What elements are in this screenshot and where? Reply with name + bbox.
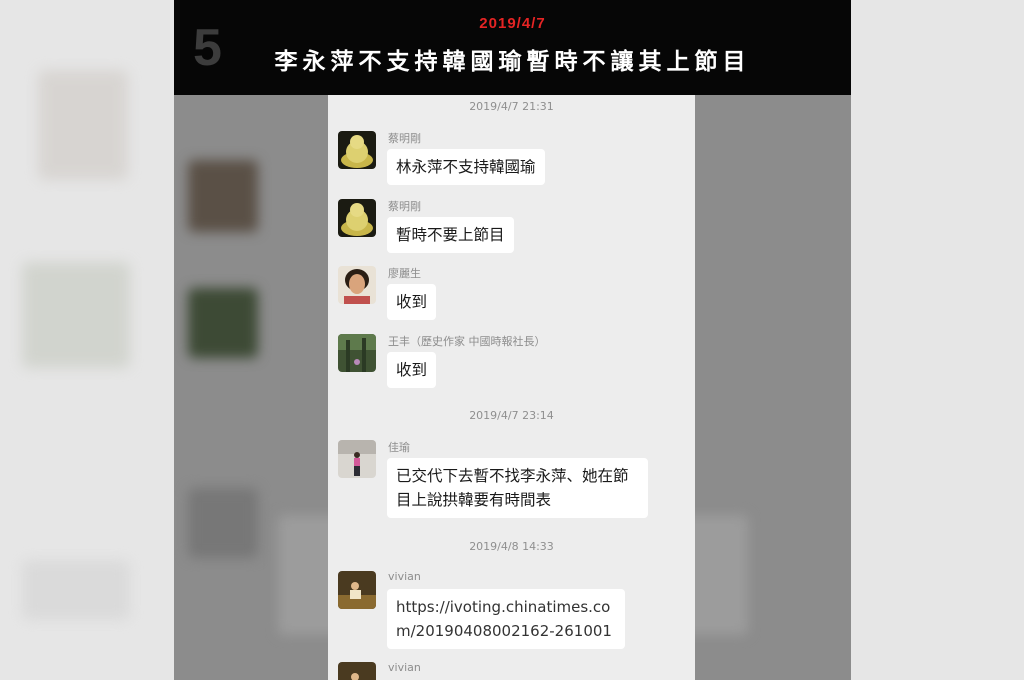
sender-name: 王丰（歷史作家 中國時報社長） [388, 335, 546, 348]
avatar[interactable] [338, 199, 376, 237]
background-right [851, 0, 1024, 680]
person-sitting-avatar-icon [338, 571, 376, 609]
chat-timestamp: 2019/4/8 14:33 [469, 540, 554, 553]
avatar[interactable] [338, 662, 376, 680]
background-left [0, 0, 174, 680]
forest-avatar-icon [338, 334, 376, 372]
avatar[interactable] [338, 266, 376, 304]
avatar[interactable] [338, 334, 376, 372]
chat-panel: 2019/4/7 21:31 蔡明剛 林永萍不支持韓國瑜 蔡明剛 暫時不要上節目 [328, 95, 695, 680]
sender-name: 蔡明剛 [388, 200, 421, 213]
sender-name: vivian [388, 661, 421, 674]
banner-date: 2019/4/7 [479, 15, 546, 32]
person-sitting-avatar-icon [338, 662, 376, 680]
message-bubble[interactable]: 暫時不要上節目 [387, 217, 514, 253]
woman-avatar-icon [338, 266, 376, 304]
avatar[interactable] [338, 440, 376, 478]
avatar[interactable] [338, 571, 376, 609]
message-bubble[interactable]: 林永萍不支持韓國瑜 [387, 149, 545, 185]
message-bubble[interactable]: 收到 [387, 284, 437, 320]
header-banner: 5 2019/4/7 李永萍不支持韓國瑜暫時不讓其上節目 [174, 0, 851, 95]
message-bubble[interactable]: 收到 [387, 352, 437, 388]
sender-name: vivian [388, 570, 421, 583]
woman-standing-avatar-icon [338, 440, 376, 478]
banner-title: 李永萍不支持韓國瑜暫時不讓其上節目 [274, 49, 751, 75]
avatar[interactable] [338, 131, 376, 169]
sender-name: 蔡明剛 [388, 132, 421, 145]
buddha-avatar-icon [338, 199, 376, 237]
message-bubble[interactable]: 已交代下去暫不找李永萍、她在節目上說拱韓要有時間表 [387, 458, 648, 518]
buddha-avatar-icon [338, 131, 376, 169]
sender-name: 廖麗生 [388, 267, 421, 280]
chat-timestamp: 2019/4/7 23:14 [469, 409, 554, 422]
sender-name: 佳瑜 [388, 441, 410, 454]
chat-timestamp: 2019/4/7 21:31 [469, 100, 554, 113]
message-link[interactable]: https://ivoting.chinatimes.com/201904080… [387, 589, 625, 649]
